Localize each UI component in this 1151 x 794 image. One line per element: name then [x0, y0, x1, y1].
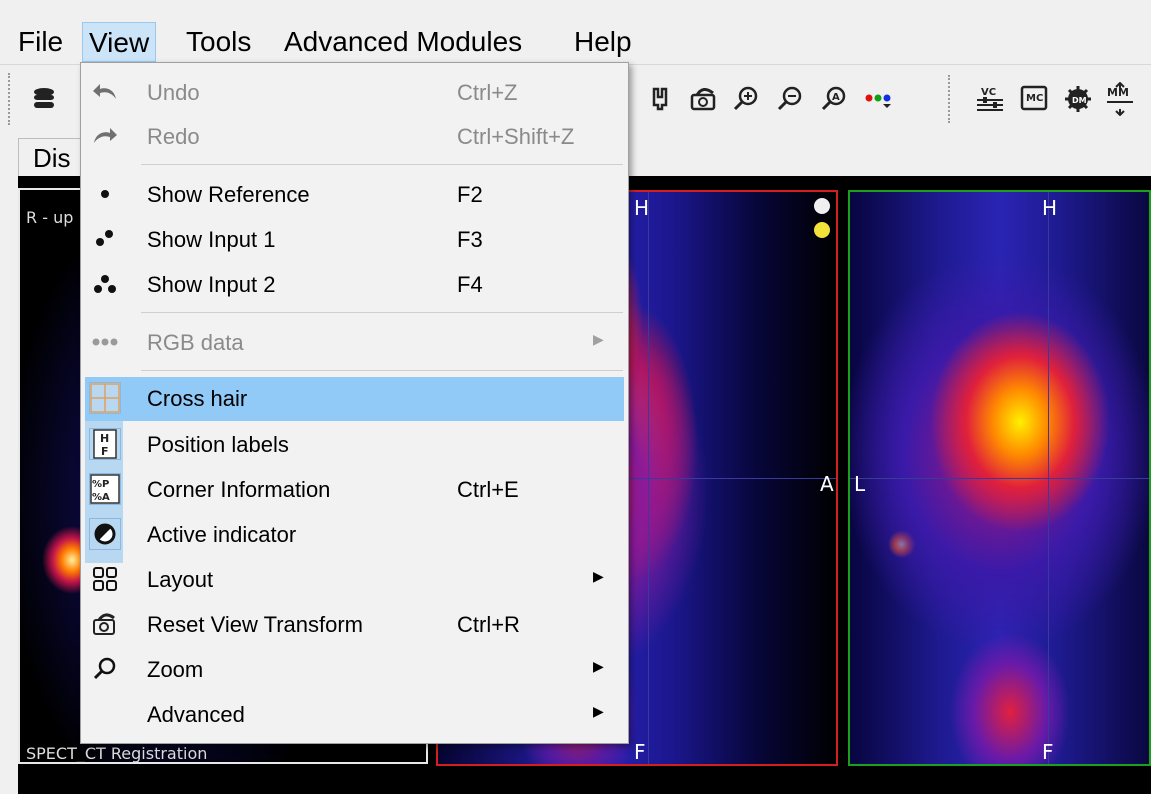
- menu-item-rgb-data[interactable]: RGB data ▶: [81, 321, 628, 365]
- svg-text:H: H: [100, 432, 109, 445]
- rgb-dots-icon: [89, 326, 121, 358]
- menu-separator: [141, 164, 623, 165]
- menu-item-show-input-1-shortcut: F3: [457, 227, 483, 252]
- menu-item-reset-view-transform-shortcut: Ctrl+R: [457, 612, 520, 637]
- menu-tools[interactable]: Tools: [180, 22, 257, 62]
- menu-item-corner-information-shortcut: Ctrl+E: [457, 477, 519, 502]
- two-dots-icon: [89, 223, 121, 255]
- menu-item-reset-view-transform-label: Reset View Transform: [147, 612, 364, 637]
- menu-item-undo-label: Undo: [147, 80, 200, 105]
- input-indicator-dot: [814, 222, 830, 238]
- rgb-data-icon[interactable]: [858, 79, 898, 119]
- svg-text:MM: MM: [1107, 86, 1129, 99]
- menu-item-rgb-data-label: RGB data: [147, 330, 244, 355]
- mc-icon[interactable]: MC: [1014, 79, 1054, 119]
- menu-item-show-input-2[interactable]: Show Input 2 F4: [81, 263, 628, 307]
- crosshair-horizontal: [850, 478, 1149, 479]
- menu-item-corner-information-label: Corner Information: [147, 477, 331, 502]
- crosshair-vertical: [1048, 192, 1049, 764]
- viewer-panel-coronal[interactable]: H F L: [848, 190, 1151, 766]
- menu-item-advanced[interactable]: Advanced ▶: [81, 693, 628, 737]
- menu-item-show-input-1[interactable]: Show Input 1 F3: [81, 218, 628, 262]
- menu-item-show-input-1-label: Show Input 1: [147, 227, 276, 252]
- menu-item-show-reference-shortcut: F2: [457, 182, 483, 207]
- menu-item-position-labels[interactable]: HF Position labels: [81, 423, 628, 467]
- svg-text:DM: DM: [1072, 96, 1087, 105]
- menu-item-cross-hair[interactable]: Cross hair: [85, 377, 624, 421]
- menu-item-cross-hair-label: Cross hair: [147, 386, 248, 411]
- menu-bar: File View Tools Advanced Modules Help: [0, 18, 1151, 64]
- menu-help[interactable]: Help: [568, 22, 638, 62]
- menu-item-position-labels-label: Position labels: [147, 432, 289, 457]
- tab-display-label: Dis: [33, 143, 71, 173]
- position-labels-icon: HF: [89, 428, 121, 460]
- corner-label-top: R - up: [26, 208, 74, 227]
- menu-view[interactable]: View: [82, 22, 157, 62]
- menu-advanced-modules[interactable]: Advanced Modules: [278, 22, 528, 62]
- svg-text:%P: %P: [92, 479, 109, 490]
- menu-item-reset-view-transform[interactable]: Reset View Transform Ctrl+R: [81, 603, 628, 647]
- auto-zoom-icon[interactable]: A: [814, 79, 854, 119]
- submenu-arrow-icon: ▶: [593, 568, 604, 584]
- menu-item-active-indicator[interactable]: Active indicator: [81, 513, 628, 557]
- toolbar-separator: [948, 75, 952, 123]
- position-label-left: L: [854, 472, 866, 496]
- menu-item-redo-label: Redo: [147, 124, 200, 149]
- vc-icon[interactable]: VC: [970, 79, 1010, 119]
- position-label-bottom: F: [1042, 740, 1054, 764]
- redo-icon: [89, 120, 121, 152]
- svg-text:A: A: [832, 92, 840, 103]
- dm-icon[interactable]: DM: [1058, 79, 1098, 119]
- menu-item-layout-label: Layout: [147, 567, 214, 592]
- menu-item-undo[interactable]: Undo Ctrl+Z: [81, 71, 628, 115]
- menu-item-undo-shortcut: Ctrl+Z: [457, 80, 518, 105]
- menu-item-show-reference[interactable]: Show Reference F2: [81, 173, 628, 217]
- zoom-out-icon[interactable]: [770, 79, 810, 119]
- crosshair-icon: [89, 382, 121, 414]
- menu-separator: [141, 370, 623, 371]
- zoom-in-icon[interactable]: [726, 79, 766, 119]
- magnifier-icon: [89, 653, 121, 685]
- svg-text:%A: %A: [92, 492, 110, 503]
- position-label-bottom: F: [634, 740, 646, 764]
- menu-item-advanced-label: Advanced: [147, 702, 245, 727]
- menu-item-redo-shortcut: Ctrl+Shift+Z: [457, 124, 575, 149]
- menu-item-active-indicator-label: Active indicator: [147, 522, 297, 547]
- menu-item-redo[interactable]: Redo Ctrl+Shift+Z: [81, 115, 628, 159]
- crosshair-vertical: [648, 192, 649, 764]
- menu-item-zoom[interactable]: Zoom ▶: [81, 648, 628, 692]
- toolbar-grip[interactable]: [8, 73, 12, 125]
- menu-item-zoom-label: Zoom: [147, 657, 204, 682]
- svg-text:F: F: [101, 445, 109, 458]
- menu-item-show-input-2-label: Show Input 2: [147, 272, 276, 297]
- position-label-top: H: [634, 196, 650, 220]
- reference-indicator-dot: [814, 198, 830, 214]
- three-dots-icon: [89, 268, 121, 300]
- menu-item-layout[interactable]: Layout ▶: [81, 558, 628, 602]
- submenu-arrow-icon: ▶: [593, 703, 604, 719]
- view-menu-dropdown: Undo Ctrl+Z Redo Ctrl+Shift+Z Show Refer…: [80, 62, 629, 744]
- menu-separator: [141, 312, 623, 313]
- menu-item-corner-information[interactable]: %P %A Corner Information Ctrl+E: [81, 468, 628, 512]
- position-label-top: H: [1042, 196, 1058, 220]
- reset-view-icon[interactable]: [684, 79, 724, 119]
- hand-pan-icon[interactable]: [640, 79, 680, 119]
- menu-file[interactable]: File: [12, 22, 69, 62]
- reset-view-icon: [89, 608, 121, 640]
- submenu-arrow-icon: ▶: [593, 658, 604, 674]
- active-indicator-icon: [89, 518, 121, 550]
- svg-text:MC: MC: [1026, 93, 1043, 104]
- corner-information-icon: %P %A: [89, 473, 121, 505]
- menu-item-show-reference-label: Show Reference: [147, 182, 310, 207]
- position-label-right: A: [820, 472, 834, 496]
- undo-icon: [89, 76, 121, 108]
- database-icon[interactable]: [24, 79, 64, 119]
- mm-icon[interactable]: MM: [1100, 79, 1140, 119]
- menu-item-show-input-2-shortcut: F4: [457, 272, 483, 297]
- single-dot-icon: [89, 178, 121, 210]
- corner-label-bottom: SPECT_CT Registration: [26, 744, 208, 763]
- layout-grid-icon: [89, 563, 121, 595]
- submenu-arrow-icon: ▶: [593, 331, 604, 347]
- svg-text:VC: VC: [981, 87, 996, 98]
